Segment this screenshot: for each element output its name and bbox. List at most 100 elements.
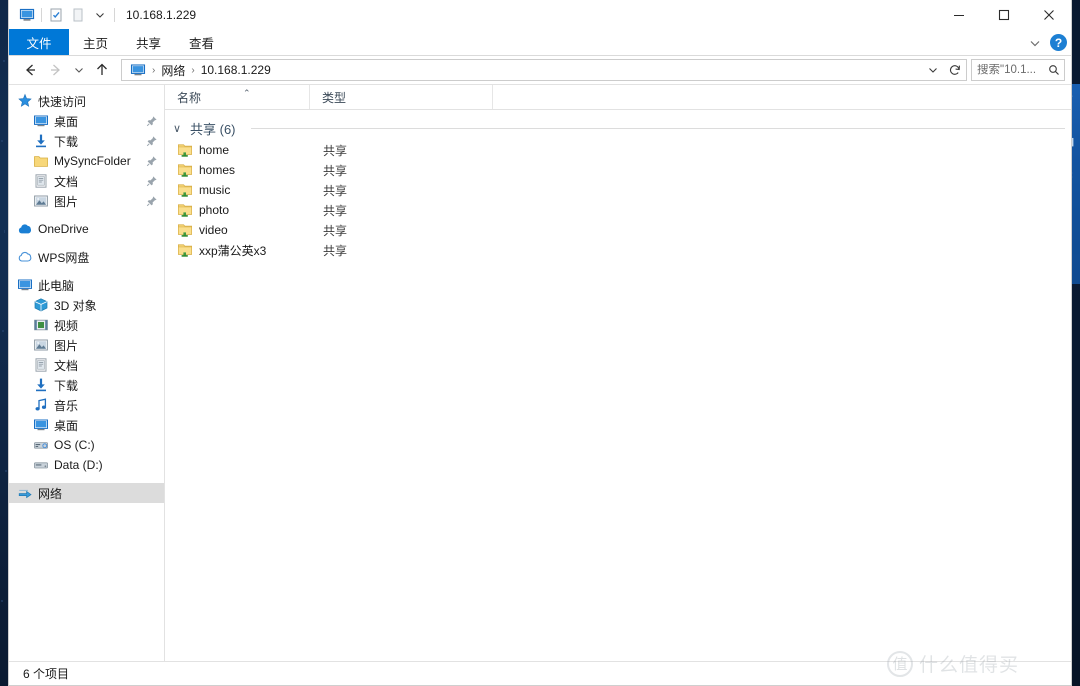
- breadcrumb-separator-1: ›: [152, 64, 156, 76]
- folder-icon: [33, 153, 49, 169]
- chevron-down-icon[interactable]: ∨: [173, 122, 185, 135]
- tab-share[interactable]: 共享: [122, 29, 175, 55]
- sidebar-item-label: OneDrive: [38, 222, 89, 236]
- search-input[interactable]: [977, 64, 1048, 76]
- explorer-body: 快速访问 桌面 下载 MySyncFolder 文档 图片 OneDrive WPS网盘 此电脑…: [9, 84, 1071, 661]
- sidebar-item-此电脑[interactable]: 此电脑: [9, 275, 164, 295]
- table-row[interactable]: photo 共享: [165, 200, 1071, 220]
- pin-icon[interactable]: [146, 155, 158, 167]
- sidebar-item-wps网盘[interactable]: WPS网盘: [9, 247, 164, 267]
- new-folder-icon[interactable]: [67, 4, 89, 26]
- navigation-pane[interactable]: 快速访问 桌面 下载 MySyncFolder 文档 图片 OneDrive WPS网盘 此电脑…: [9, 85, 165, 661]
- tab-file[interactable]: 文件: [9, 29, 69, 55]
- group-header-label: 共享 (6): [190, 121, 236, 137]
- table-row[interactable]: home 共享: [165, 140, 1071, 160]
- file-type-cell: 共享: [323, 243, 348, 258]
- refresh-icon[interactable]: [944, 60, 966, 80]
- maximize-button[interactable]: [981, 0, 1026, 29]
- pin-icon[interactable]: [146, 135, 158, 147]
- address-bar[interactable]: › 网络 › 10.168.1.229: [121, 59, 967, 81]
- sidebar-item-label: 此电脑: [38, 278, 75, 293]
- sidebar-item-桌面[interactable]: 桌面: [9, 111, 164, 131]
- pin-icon[interactable]: [146, 115, 158, 127]
- tab-view[interactable]: 查看: [175, 29, 228, 55]
- star-pin-icon: [17, 93, 33, 109]
- sidebar-item-label: 网络: [38, 486, 63, 501]
- column-header-filler: [493, 85, 1071, 109]
- properties-icon[interactable]: [45, 4, 67, 26]
- sidebar-item-文档[interactable]: 文档: [9, 355, 164, 375]
- breadcrumb-computer-icon[interactable]: [126, 60, 150, 80]
- qat-separator-2: [114, 7, 115, 22]
- quick-access-toolbar: [9, 4, 118, 26]
- sidebar-item-label: 音乐: [54, 398, 79, 413]
- table-row[interactable]: homes 共享: [165, 160, 1071, 180]
- this-pc-icon: [17, 277, 33, 293]
- table-row[interactable]: xxp蒲公英x3 共享: [165, 240, 1071, 260]
- chevron-down-icon[interactable]: [1028, 36, 1042, 50]
- minimize-button[interactable]: [936, 0, 981, 29]
- sidebar-item-桌面[interactable]: 桌面: [9, 415, 164, 435]
- sidebar-item-音乐[interactable]: 音乐: [9, 395, 164, 415]
- sidebar-item-快速访问[interactable]: 快速访问: [9, 91, 164, 111]
- file-list[interactable]: ∨ 共享 (6) home 共享 homes 共享 music 共享 photo 共享 vide…: [165, 110, 1071, 661]
- up-button[interactable]: [89, 58, 115, 82]
- wps-cloud-icon: [17, 249, 33, 265]
- file-name-label: home: [199, 143, 230, 157]
- ribbon-tab-bar: 文件 主页 共享 查看 ?: [9, 29, 1071, 56]
- file-name-label: homes: [199, 163, 236, 177]
- os-drive-icon: [33, 437, 49, 453]
- help-button[interactable]: ?: [1050, 34, 1067, 51]
- pin-icon[interactable]: [146, 175, 158, 187]
- search-box[interactable]: [971, 59, 1065, 81]
- file-name-label: video: [199, 223, 228, 237]
- pin-icon[interactable]: [146, 195, 158, 207]
- sidebar-item-下载[interactable]: 下载: [9, 131, 164, 151]
- sidebar-item-onedrive[interactable]: OneDrive: [9, 219, 164, 239]
- back-button[interactable]: [17, 58, 43, 82]
- sidebar-item-网络[interactable]: 网络: [9, 483, 164, 503]
- column-header-type[interactable]: 类型: [310, 85, 493, 109]
- recent-locations-button[interactable]: [69, 58, 89, 82]
- file-name-cell: video: [177, 222, 322, 238]
- documents-icon: [33, 173, 49, 189]
- breadcrumb-network[interactable]: 网络: [157, 60, 189, 80]
- sidebar-item-文档[interactable]: 文档: [9, 171, 164, 191]
- address-dropdown-icon[interactable]: [922, 60, 944, 80]
- window-title: 10.168.1.229: [126, 7, 197, 22]
- tab-home[interactable]: 主页: [69, 29, 122, 55]
- sidebar-item-label: 文档: [54, 174, 79, 189]
- status-bar: 6 个项目: [9, 661, 1071, 685]
- sidebar-item-label: 图片: [54, 194, 79, 209]
- table-row[interactable]: music 共享: [165, 180, 1071, 200]
- close-button[interactable]: [1026, 0, 1071, 29]
- ribbon-right-controls: ?: [1028, 29, 1067, 56]
- customize-dropdown-icon[interactable]: [89, 4, 111, 26]
- group-header-shared[interactable]: ∨ 共享 (6): [165, 116, 1071, 140]
- search-icon[interactable]: [1048, 64, 1060, 76]
- table-row[interactable]: video 共享: [165, 220, 1071, 240]
- column-header-name[interactable]: 名称 ⌃: [165, 85, 310, 109]
- sidebar-item-视频[interactable]: 视频: [9, 315, 164, 335]
- sidebar-item-label: 桌面: [54, 418, 79, 433]
- onedrive-cloud-icon: [17, 221, 33, 237]
- sidebar-item-os-c-[interactable]: OS (C:): [9, 435, 164, 455]
- sidebar-item-label: 视频: [54, 318, 79, 333]
- sidebar-item-下载[interactable]: 下载: [9, 375, 164, 395]
- sidebar-item-图片[interactable]: 图片: [9, 191, 164, 211]
- sidebar-item-label: OS (C:): [54, 438, 95, 452]
- file-name-cell: xxp蒲公英x3: [177, 242, 322, 259]
- this-pc-icon[interactable]: [16, 4, 38, 26]
- download-icon: [33, 377, 49, 393]
- sidebar-item-3d-对象[interactable]: 3D 对象: [9, 295, 164, 315]
- breadcrumb-host[interactable]: 10.168.1.229: [197, 60, 275, 80]
- sidebar-item-mysyncfolder[interactable]: MySyncFolder: [9, 151, 164, 171]
- file-name-label: music: [199, 183, 231, 197]
- file-type-cell: 共享: [323, 223, 348, 238]
- file-explorer-window: 10.168.1.229 文件 主页 共享 查看 ? › 网络 › 10.168…: [8, 0, 1072, 686]
- file-type-cell: 共享: [323, 203, 348, 218]
- sidebar-item-图片[interactable]: 图片: [9, 335, 164, 355]
- sidebar-item-data-d-[interactable]: Data (D:): [9, 455, 164, 475]
- title-bar: 10.168.1.229: [9, 0, 1071, 29]
